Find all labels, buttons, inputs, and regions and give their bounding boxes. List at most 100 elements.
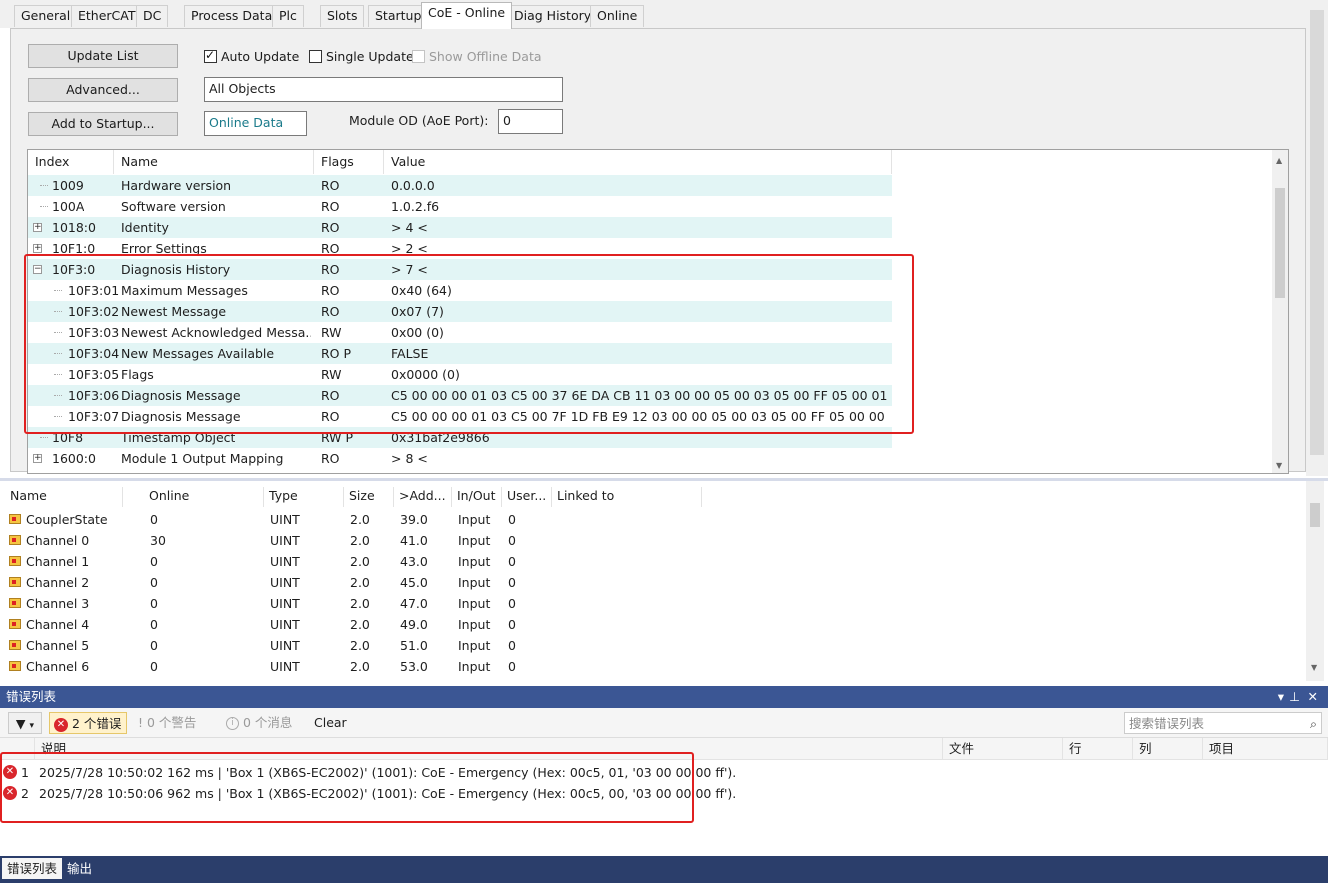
variable-row[interactable]: Channel 0 30 UINT 2.0 41.0 Input 0 — [0, 530, 1300, 551]
object-row[interactable]: 10F3:01 Maximum Messages RO 0x40 (64) — [28, 280, 892, 301]
vcol-user[interactable]: User... — [502, 487, 552, 507]
advanced-button[interactable]: Advanced... — [28, 78, 178, 102]
object-row[interactable]: 10F3:02 Newest Message RO 0x07 (7) — [28, 301, 892, 322]
expand-icon[interactable]: + — [33, 454, 42, 463]
auto-update-checkbox[interactable]: Auto Update — [204, 48, 299, 64]
error-row[interactable]: ✕ 1 2025/7/28 10:50:02 162 ms | 'Box 1 (… — [0, 762, 1328, 783]
vcol-address[interactable]: >Add... — [394, 487, 452, 507]
object-row[interactable]: 1009 Hardware version RO 0.0.0.0 — [28, 175, 892, 196]
object-list-scrollbar[interactable]: ▲ ▼ — [1272, 150, 1288, 473]
variable-list-scrollbar[interactable]: ▼ — [1306, 481, 1324, 681]
variable-row[interactable]: Channel 2 0 UINT 2.0 45.0 Input 0 — [0, 572, 1300, 593]
object-row[interactable]: 100A Software version RO 1.0.2.f6 — [28, 196, 892, 217]
error-list-title: 错误列表 ▾ ⊥ ✕ — [0, 686, 1328, 708]
object-row[interactable]: 10F3:07 Diagnosis Message RO C5 00 00 00 01… — [28, 406, 892, 427]
ecol-description[interactable]: 说明 — [35, 738, 943, 760]
ecol-file[interactable]: 文件 — [943, 738, 1063, 760]
add-to-startup-button[interactable]: Add to Startup... — [28, 112, 178, 136]
clear-button[interactable]: Clear — [314, 712, 347, 734]
object-row[interactable]: 10F8 Timestamp Object RW P 0x31baf2e9866 — [28, 427, 892, 448]
object-row[interactable]: +1018:0 Identity RO > 4 < — [28, 217, 892, 238]
tab-error-list[interactable]: 错误列表 — [2, 858, 63, 879]
variable-row[interactable]: Channel 4 0 UINT 2.0 49.0 Input 0 — [0, 614, 1300, 635]
tab-ethercat[interactable]: EtherCAT — [71, 5, 143, 27]
col-index[interactable]: Index — [28, 150, 114, 174]
variable-type: UINT — [270, 659, 300, 674]
variable-row[interactable]: Channel 1 0 UINT 2.0 43.0 Input 0 — [0, 551, 1300, 572]
object-row[interactable]: +10F1:0 Error Settings RO > 2 < — [28, 238, 892, 259]
search-error-list-input[interactable]: 搜索错误列表 ⌕ — [1124, 712, 1322, 734]
dropdown-icon[interactable]: ▾ — [1278, 686, 1284, 708]
tab-startup[interactable]: Startup — [368, 5, 429, 27]
chevron-down-icon: ▾ — [29, 721, 35, 731]
variable-online: 0 — [150, 575, 158, 590]
variable-row[interactable]: CouplerState 0 UINT 2.0 39.0 Input 0 — [0, 509, 1300, 530]
tab-output[interactable]: 输出 — [62, 858, 97, 879]
expand-icon[interactable]: + — [33, 223, 42, 232]
tab-process-data[interactable]: Process Data — [184, 5, 280, 27]
object-name: Diagnosis Message — [121, 409, 241, 424]
object-index: 10F3:02 — [68, 304, 120, 319]
errors-filter-button[interactable]: ✕ 2 个错误 — [49, 712, 127, 734]
input-variable-icon — [9, 619, 21, 629]
object-row[interactable]: 10F3:06 Diagnosis Message RO C5 00 00 00 01… — [28, 385, 892, 406]
ecol-column[interactable]: 列 — [1133, 738, 1203, 760]
object-value: 1.0.2.f6 — [391, 199, 440, 214]
vcol-type[interactable]: Type — [264, 487, 344, 507]
pin-icon[interactable]: ⊥ — [1289, 686, 1300, 708]
page-scrollbar[interactable] — [1306, 0, 1328, 476]
object-row[interactable]: +1600:0 Module 1 Output Mapping RO > 8 < — [28, 448, 892, 469]
object-flags: RO — [321, 283, 340, 298]
tab-online[interactable]: Online — [590, 5, 645, 27]
variable-name: Channel 5 — [26, 638, 90, 653]
object-filter-field[interactable]: All Objects — [204, 77, 563, 102]
object-row[interactable]: − 10F3:0 Diagnosis History RO > 7 < — [28, 259, 892, 280]
show-offline-data-checkbox[interactable]: Show Offline Data — [412, 49, 542, 64]
scroll-thumb[interactable] — [1275, 188, 1285, 298]
col-value[interactable]: Value — [384, 150, 892, 174]
search-icon[interactable]: ⌕ — [1310, 713, 1317, 735]
object-value: > 4 < — [391, 220, 428, 235]
scroll-down-icon[interactable]: ▼ — [1311, 663, 1317, 672]
variable-row[interactable]: Channel 6 0 UINT 2.0 53.0 Input 0 — [0, 656, 1300, 677]
vcol-size[interactable]: Size — [344, 487, 394, 507]
variable-row[interactable]: Channel 5 0 UINT 2.0 51.0 Input 0 — [0, 635, 1300, 656]
warnings-filter-button[interactable]: ! 0 个警告 — [138, 712, 196, 734]
variable-type: UINT — [270, 512, 300, 527]
object-flags: RW — [321, 325, 342, 340]
variable-name: Channel 6 — [26, 659, 90, 674]
variable-addr: 47.0 — [400, 596, 428, 611]
col-flags[interactable]: Flags — [314, 150, 384, 174]
object-row[interactable]: 10F3:04 New Messages Available RO P FALSE — [28, 343, 892, 364]
tab-dc[interactable]: DC — [136, 5, 169, 27]
close-icon[interactable]: ✕ — [1308, 686, 1318, 708]
object-row[interactable]: 10F3:03 Newest Acknowledged Messa... RW 0x0… — [28, 322, 892, 343]
error-row[interactable]: ✕ 2 2025/7/28 10:50:06 962 ms | 'Box 1 (… — [0, 783, 1328, 804]
tree-connector — [54, 374, 62, 375]
col-name[interactable]: Name — [114, 150, 314, 174]
vcol-name[interactable]: Name — [5, 487, 123, 507]
module-od-input[interactable]: 0 — [498, 109, 563, 134]
messages-filter-button[interactable]: i 0 个消息 — [226, 712, 292, 734]
tab-coe-online[interactable]: CoE - Online — [421, 2, 513, 29]
filter-dropdown[interactable]: ▼ ▾ — [8, 712, 42, 734]
tab-general[interactable]: General — [14, 5, 78, 27]
ecol-line[interactable]: 行 — [1063, 738, 1133, 760]
scroll-down-icon[interactable]: ▼ — [1276, 461, 1282, 470]
input-variable-icon — [9, 661, 21, 671]
vcol-linked-to[interactable]: Linked to — [552, 487, 702, 507]
vcol-inout[interactable]: In/Out — [452, 487, 502, 507]
object-value: > 8 < — [391, 451, 428, 466]
scroll-up-icon[interactable]: ▲ — [1276, 156, 1282, 165]
tab-plc[interactable]: Plc — [272, 5, 304, 27]
object-row[interactable]: 10F3:05 Flags RW 0x0000 (0) — [28, 364, 892, 385]
expand-icon[interactable]: + — [33, 244, 42, 253]
tab-diag-history[interactable]: Diag History — [507, 5, 599, 27]
collapse-icon[interactable]: − — [33, 265, 42, 274]
single-update-checkbox[interactable]: Single Update — [309, 49, 414, 64]
update-list-button[interactable]: Update List — [28, 44, 178, 68]
tab-slots[interactable]: Slots — [320, 5, 365, 27]
vcol-online[interactable]: Online — [144, 487, 264, 507]
ecol-project[interactable]: 项目 — [1203, 738, 1328, 760]
variable-row[interactable]: Channel 3 0 UINT 2.0 47.0 Input 0 — [0, 593, 1300, 614]
